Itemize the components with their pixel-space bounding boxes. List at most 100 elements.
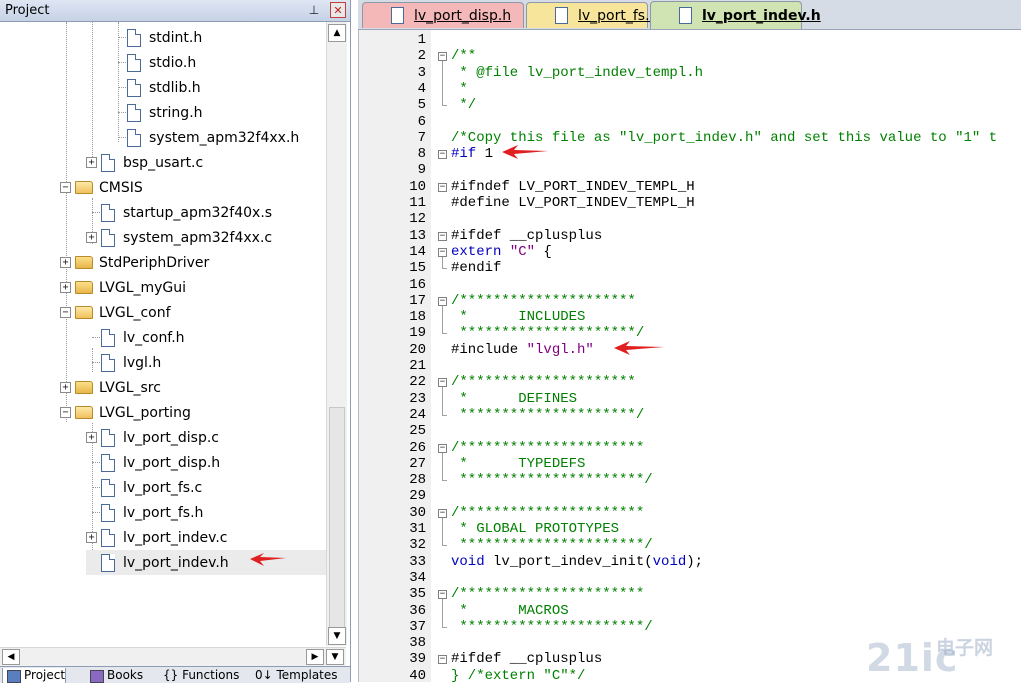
scroll-down-arrow-icon[interactable]: ▼ bbox=[328, 627, 346, 645]
tree-file[interactable]: lv_port_fs.h bbox=[86, 500, 203, 525]
code-line[interactable]: #include "lvgl.h" bbox=[451, 342, 594, 358]
expand-plus-icon[interactable]: + bbox=[86, 232, 97, 243]
code-line[interactable]: * bbox=[451, 81, 467, 97]
code-line[interactable]: * INCLUDES bbox=[451, 309, 585, 325]
tree-file[interactable]: lv_port_fs.c bbox=[86, 475, 202, 500]
line-number: 32 bbox=[409, 537, 426, 554]
tree-file[interactable]: lv_port_indev.h bbox=[86, 550, 326, 575]
tree-file[interactable]: + lv_port_disp.c bbox=[86, 425, 219, 450]
fold-collapse-icon[interactable]: − bbox=[438, 655, 447, 665]
collapse-minus-icon[interactable]: − bbox=[60, 182, 71, 193]
scroll-up-arrow-icon[interactable]: ▲ bbox=[328, 24, 346, 42]
tree-file[interactable]: + system_apm32f4xx.c bbox=[86, 225, 272, 250]
tree-folder[interactable]: + StdPeriphDriver bbox=[60, 250, 209, 275]
expand-plus-icon[interactable]: + bbox=[86, 432, 97, 443]
collapse-minus-icon[interactable]: − bbox=[60, 307, 71, 318]
code-token: /********************** bbox=[451, 504, 645, 521]
code-line[interactable]: #ifdef __cplusplus bbox=[451, 651, 602, 667]
bottom-tab-3[interactable]: 0↓ Templates bbox=[255, 668, 338, 683]
scroll-right-arrow-icon[interactable]: ▶ bbox=[306, 649, 324, 665]
code-line[interactable]: * TYPEDEFS bbox=[451, 456, 585, 472]
bottom-tab-0[interactable]: Project bbox=[2, 668, 67, 683]
fold-collapse-icon[interactable]: − bbox=[438, 296, 447, 306]
code-line[interactable]: extern "C" { bbox=[451, 244, 552, 260]
scroll-left-arrow-icon[interactable]: ◀ bbox=[2, 649, 20, 665]
tree-file[interactable]: lv_conf.h bbox=[86, 325, 185, 350]
tree-folder[interactable]: − CMSIS bbox=[60, 175, 143, 200]
code-line[interactable]: * GLOBAL PROTOTYPES bbox=[451, 521, 619, 537]
fold-collapse-icon[interactable]: − bbox=[438, 150, 447, 160]
code-line[interactable]: #ifdef __cplusplus bbox=[451, 228, 602, 244]
tree-item-label: lv_port_indev.h bbox=[123, 554, 229, 571]
horizontal-scrollbar[interactable]: ◀ ▶ ▼ bbox=[0, 647, 346, 666]
code-line[interactable]: #define LV_PORT_INDEV_TEMPL_H bbox=[451, 195, 695, 211]
fold-collapse-icon[interactable]: − bbox=[438, 231, 447, 241]
pin-icon[interactable]: ⊥ bbox=[306, 2, 322, 18]
scroll-down-arrow-icon[interactable]: ▼ bbox=[326, 649, 344, 665]
tree-file[interactable]: system_apm32f4xx.h bbox=[112, 125, 299, 150]
fold-collapse-icon[interactable]: − bbox=[438, 52, 447, 62]
code-line[interactable]: /********************* bbox=[451, 293, 636, 309]
bottom-tab-2[interactable]: {} Functions bbox=[163, 668, 239, 683]
bottom-tab-label: {} Functions bbox=[163, 668, 240, 682]
tree-file[interactable]: stdio.h bbox=[112, 50, 196, 75]
collapse-minus-icon[interactable]: − bbox=[60, 407, 71, 418]
code-line[interactable]: **********************/ bbox=[451, 472, 652, 488]
editor-tab-2[interactable]: lv_port_indev.h bbox=[650, 1, 821, 29]
tree-file[interactable]: stdint.h bbox=[112, 25, 202, 50]
expand-plus-icon[interactable]: + bbox=[60, 282, 71, 293]
tree-file[interactable]: stdlib.h bbox=[112, 75, 201, 100]
code-line[interactable]: #if 1 bbox=[451, 146, 493, 162]
vertical-scrollbar[interactable]: ▲ ▼ bbox=[326, 22, 347, 646]
expand-plus-icon[interactable]: + bbox=[86, 157, 97, 168]
line-number: 6 bbox=[417, 113, 426, 130]
code-line[interactable]: void lv_port_indev_init(void); bbox=[451, 554, 703, 570]
fold-collapse-icon[interactable]: − bbox=[438, 378, 447, 388]
tree-file[interactable]: startup_apm32f40x.s bbox=[86, 200, 272, 225]
code-line[interactable]: #endif bbox=[451, 260, 501, 276]
fold-collapse-icon[interactable]: − bbox=[438, 247, 447, 257]
folder-open-icon bbox=[75, 181, 93, 194]
code-token: lv_port_indev_init( bbox=[484, 553, 653, 570]
code-line[interactable]: /********************** bbox=[451, 586, 644, 602]
fold-collapse-icon[interactable]: − bbox=[438, 590, 447, 600]
code-line[interactable]: *********************/ bbox=[451, 407, 644, 423]
code-line[interactable]: **********************/ bbox=[451, 619, 652, 635]
code-line[interactable]: /********************** bbox=[451, 440, 644, 456]
code-line[interactable]: /** bbox=[451, 48, 476, 64]
expand-plus-icon[interactable]: + bbox=[60, 382, 71, 393]
code-line[interactable]: */ bbox=[451, 97, 476, 113]
tree-file[interactable]: string.h bbox=[112, 100, 203, 125]
code-line[interactable]: /********************** bbox=[451, 505, 644, 521]
code-line[interactable]: * @file lv_port_indev_templ.h bbox=[451, 65, 703, 81]
editor-tab-1[interactable]: lv_port_fs.h bbox=[526, 2, 658, 28]
scrollbar-thumb[interactable] bbox=[329, 407, 345, 632]
fold-collapse-icon[interactable]: − bbox=[438, 443, 447, 453]
code-line[interactable]: #ifndef LV_PORT_INDEV_TEMPL_H bbox=[451, 179, 695, 195]
tree-file[interactable]: + lv_port_indev.c bbox=[86, 525, 227, 550]
tree-folder[interactable]: + LVGL_src bbox=[60, 375, 161, 400]
editor-tab-0[interactable]: lv_port_disp.h bbox=[362, 2, 524, 28]
code-line[interactable]: **********************/ bbox=[451, 537, 652, 553]
fold-collapse-icon[interactable]: − bbox=[438, 508, 447, 518]
code-line[interactable]: /********************* bbox=[451, 374, 636, 390]
tree-guide-line bbox=[92, 22, 93, 167]
file-icon bbox=[127, 78, 141, 97]
code-line[interactable]: * DEFINES bbox=[451, 391, 577, 407]
code-line[interactable]: * MACROS bbox=[451, 603, 568, 619]
fold-collapse-icon[interactable]: − bbox=[438, 182, 447, 192]
tree-file[interactable]: + bsp_usart.c bbox=[86, 150, 203, 175]
tree-folder[interactable]: − LVGL_conf bbox=[60, 300, 171, 325]
fold-end-marker bbox=[442, 333, 447, 335]
line-number: 35 bbox=[409, 586, 426, 603]
tree-file[interactable]: lvgl.h bbox=[86, 350, 161, 375]
tree-folder[interactable]: + LVGL_myGui bbox=[60, 275, 186, 300]
code-editor[interactable]: 1 2 3 4 5 6 7 8 9 10 11 12 13 14 15 16 17 18 19 20 21 22 23 24 2… bbox=[358, 30, 1021, 682]
expand-plus-icon[interactable]: + bbox=[60, 257, 71, 268]
bottom-tab-1[interactable]: Books bbox=[86, 668, 143, 683]
code-line[interactable]: } /*extern "C"*/ bbox=[451, 668, 585, 682]
expand-plus-icon[interactable]: + bbox=[86, 532, 97, 543]
tree-file[interactable]: lv_port_disp.h bbox=[86, 450, 220, 475]
tree-folder[interactable]: − LVGL_porting bbox=[60, 400, 191, 425]
close-icon[interactable]: ✕ bbox=[330, 2, 346, 18]
